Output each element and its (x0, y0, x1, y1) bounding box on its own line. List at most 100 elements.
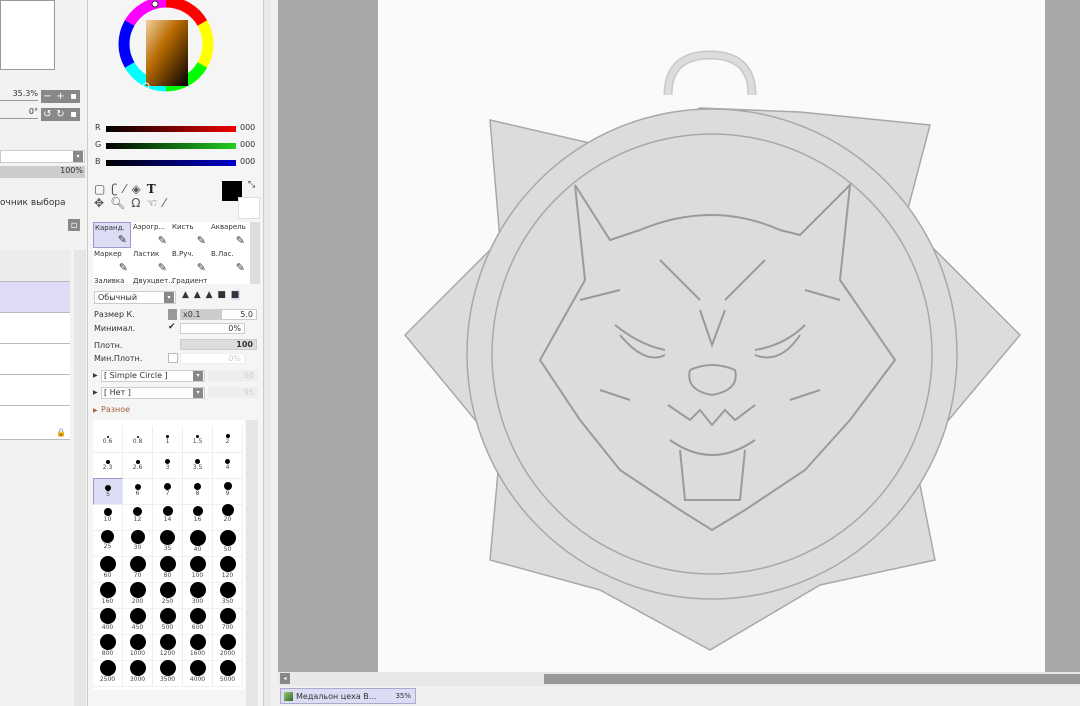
brush-size-preset[interactable]: 25 (93, 530, 123, 557)
brush-size-preset[interactable]: 800 (93, 634, 123, 661)
horizontal-scrollbar[interactable]: ◂ (278, 672, 1080, 686)
layer-opacity-slider[interactable]: 100% (0, 166, 85, 178)
angle-field[interactable]: 0° (0, 107, 38, 119)
brush-size-preset[interactable]: 0.8 (123, 426, 153, 453)
brush-size-preset[interactable]: 9 (213, 478, 243, 505)
min-density-slider[interactable]: 0% (180, 353, 245, 364)
scroll-left-button[interactable]: ◂ (280, 673, 290, 684)
select-pen-icon[interactable]: ◈ (131, 182, 146, 196)
tool-0[interactable]: Каранд. ✎ (93, 222, 131, 248)
brush-shape-strength[interactable]: 50 (208, 370, 258, 381)
brush-size-preset[interactable]: 5000 (213, 660, 243, 687)
red-value[interactable]: 000 (240, 123, 255, 132)
brush-size-preset[interactable]: 2 (213, 426, 243, 453)
brush-size-preset[interactable]: 120 (213, 556, 243, 583)
brush-size-preset[interactable]: 14 (153, 504, 183, 531)
canvas-area[interactable] (278, 0, 1080, 672)
brush-shape-select[interactable]: [ Simple Circle ] ▾ (101, 370, 205, 382)
brush-size-preset[interactable]: 20 (213, 504, 243, 531)
brush-size-preset[interactable]: 160 (93, 582, 123, 609)
brush-shape-buttons[interactable]: ▲ ▲ ▲ ■ ■ (182, 290, 241, 300)
texture-strength[interactable]: 95 (208, 387, 258, 398)
tool-10[interactable]: Градиент (171, 276, 209, 285)
tool-9[interactable]: Двухцвет... (132, 276, 175, 285)
expand-arrow-icon[interactable]: ▶ (93, 389, 98, 396)
move-icon[interactable]: ✥ (94, 196, 110, 210)
layer-row[interactable]: 🔒 (0, 406, 70, 440)
blue-slider[interactable] (106, 160, 236, 166)
tool-2[interactable]: Кисть ✎ (171, 222, 209, 248)
brush-size-scrollbar[interactable] (246, 420, 258, 706)
brush-size-preset[interactable]: 60 (93, 556, 123, 583)
brush-size-preset[interactable]: 450 (123, 608, 153, 635)
tool-7[interactable]: В.Лас. ✎ (210, 249, 248, 275)
rect-select-icon[interactable]: ▢ (94, 182, 111, 196)
layer-row[interactable] (0, 250, 70, 282)
document-tab[interactable]: Медальон цеха В... 35% (280, 688, 416, 704)
zoom-icon[interactable]: 🔍︎ (110, 196, 131, 210)
expand-arrow-icon[interactable]: ▶ (93, 372, 98, 379)
brush-size-preset[interactable]: 0.6 (93, 426, 123, 453)
tool-palette-scrollbar[interactable] (250, 222, 260, 284)
brush-size-preset[interactable]: 10 (93, 504, 123, 531)
lasso-icon[interactable]: ʗ (111, 182, 123, 196)
brush-size-preset[interactable]: 8 (183, 478, 213, 505)
rotate-left-button[interactable]: ↺ (41, 108, 54, 121)
min-density-checkbox[interactable] (168, 353, 178, 363)
green-slider[interactable] (106, 143, 236, 149)
texture-select[interactable]: [ Нет ] ▾ (101, 387, 205, 399)
rotate-reset-button[interactable]: ▪ (67, 108, 80, 121)
misc-section-toggle[interactable]: Разное (101, 405, 130, 414)
zoom-in-button[interactable]: + (54, 90, 67, 103)
brush-size-preset[interactable]: 6 (123, 478, 153, 505)
new-layer-button[interactable]: ▫ (68, 219, 80, 231)
brush-size-preset[interactable]: 2500 (93, 660, 123, 687)
brush-size-preset[interactable]: 12 (123, 504, 153, 531)
brush-size-preset[interactable]: 300 (183, 582, 213, 609)
tool-5[interactable]: Ластик ✎ (132, 249, 170, 275)
brush-size-preset[interactable]: 30 (123, 530, 153, 557)
size-slider[interactable]: x0.1 5.0 (180, 309, 257, 320)
blue-value[interactable]: 000 (240, 157, 255, 166)
brush-size-preset[interactable]: 350 (213, 582, 243, 609)
lock-icon[interactable]: 🔒 (56, 428, 66, 437)
brush-size-preset[interactable]: 3000 (123, 660, 153, 687)
navigator-preview[interactable] (0, 0, 55, 70)
brush-size-preset[interactable]: 3 (153, 452, 183, 479)
brush-size-preset[interactable]: 1600 (183, 634, 213, 661)
brush-size-preset[interactable]: 250 (153, 582, 183, 609)
expand-arrow-icon[interactable]: ▶ (93, 407, 98, 414)
layer-row-selected[interactable] (0, 282, 70, 313)
drawing-canvas[interactable] (378, 0, 1045, 672)
red-slider[interactable] (106, 126, 236, 132)
layer-row[interactable] (0, 344, 70, 375)
rotate-icon[interactable]: Ω (131, 196, 146, 210)
zoom-out-button[interactable]: − (41, 90, 54, 103)
tool-4[interactable]: Маркер ✎ (93, 249, 131, 275)
layer-scrollbar[interactable] (74, 250, 86, 706)
brush-size-preset[interactable]: 200 (123, 582, 153, 609)
tool-1[interactable]: Аэрогр... ✎ (132, 222, 170, 248)
brush-size-preset[interactable]: 100 (183, 556, 213, 583)
brush-size-preset[interactable]: 1 (153, 426, 183, 453)
brush-size-preset[interactable]: 50 (213, 530, 243, 557)
brush-size-preset[interactable]: 1200 (153, 634, 183, 661)
selection-source-checkbox[interactable]: очник выбора (0, 198, 66, 208)
brush-size-preset[interactable]: 700 (213, 608, 243, 635)
brush-size-preset[interactable]: 1000 (123, 634, 153, 661)
density-slider[interactable]: 100 (180, 339, 257, 350)
brush-size-preset[interactable]: 2000 (213, 634, 243, 661)
eyedropper-icon[interactable]: ⁄ (163, 196, 171, 210)
tool-8[interactable]: Заливка (93, 276, 131, 285)
blend-mode-select[interactable]: ▾ (0, 150, 85, 163)
size-mult-dropdown[interactable] (168, 309, 177, 320)
brush-size-preset[interactable]: 16 (183, 504, 213, 531)
brush-size-preset[interactable]: 3.5 (183, 452, 213, 479)
text-icon[interactable]: T (147, 182, 162, 196)
tool-3[interactable]: Акварель ✎ (210, 222, 248, 248)
background-color-swatch[interactable] (238, 197, 260, 219)
brush-size-preset[interactable]: 4000 (183, 660, 213, 687)
min-size-slider[interactable]: 0% (180, 323, 245, 334)
layer-row[interactable] (0, 375, 70, 406)
min-size-check-icon[interactable]: ✔ (168, 322, 176, 332)
